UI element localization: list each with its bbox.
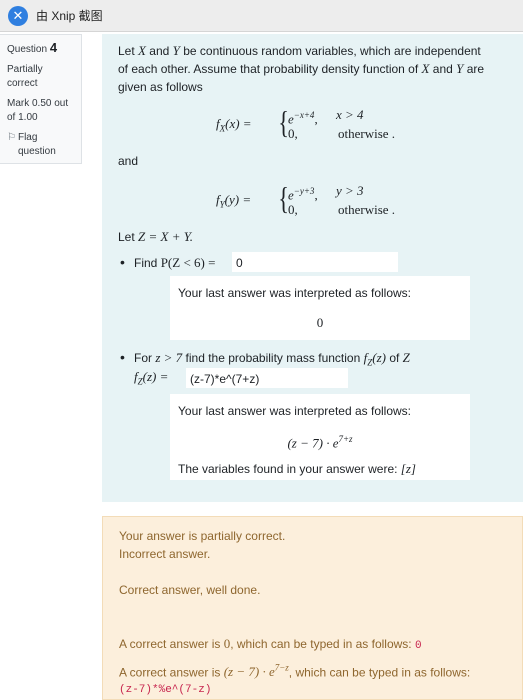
part2-variables-found: The variables found in your answer were:… <box>178 461 416 477</box>
feedback-part1: Incorrect answer. <box>119 547 211 561</box>
feedback-overall: Your answer is partially correct. <box>119 529 286 543</box>
part1-interpreted-value: 0 <box>316 315 324 330</box>
part1-prompt: Find P(Z < 6) = <box>134 255 216 270</box>
fy-equation: fY(y) = { e−y+3, y > 3 0, otherwise . <box>216 180 396 217</box>
let-z-definition: Let Z = X + Y. <box>118 229 194 244</box>
question-content: Let X and Y be continuous random variabl… <box>102 34 523 502</box>
window-title: 由 Xnip 截图 <box>36 9 103 23</box>
question-status: Partially correct <box>7 64 43 89</box>
part2-interpreted-value: (z − 7) · e7+z <box>287 434 353 451</box>
correct-answer-2-code: (z-7)*%e^(7-z) <box>119 684 212 697</box>
question-mark: Mark 0.50 out of 1.00 <box>7 98 69 123</box>
and-text: and <box>118 154 139 168</box>
question-info-panel: Question 4 Partially correct Mark 0.50 o… <box>0 34 82 164</box>
question-number: 4 <box>49 40 58 55</box>
part2-interpretation-box: Your last answer was interpreted as foll… <box>170 394 470 480</box>
bullet-icon: • <box>120 254 125 270</box>
feedback-part2: Correct answer, well done. <box>119 583 261 597</box>
flag-icon: ⚐ <box>7 132 16 143</box>
question-intro: Let X and Y be continuous random variabl… <box>118 43 485 94</box>
part2-answer-label: fZ(z) = <box>134 369 169 387</box>
flag-question-button[interactable]: ⚐ Flag question <box>7 131 81 159</box>
fx-equation: fX(x) = { e−x+4, x > 4 0, otherwise . <box>216 104 396 141</box>
part1-answer-input[interactable]: 0 <box>232 252 398 272</box>
window-titlebar: ✕ 由 Xnip 截图 <box>0 0 523 32</box>
bullet-icon: • <box>120 349 125 365</box>
feedback-panel: Your answer is partially correct. Incorr… <box>102 516 523 700</box>
part1-interpretation-box: Your last answer was interpreted as foll… <box>170 276 470 340</box>
xnip-logo-icon: ✕ <box>8 5 28 26</box>
correct-answer-2: A correct answer is (z − 7) · e7−z, whic… <box>119 663 471 680</box>
part2-answer-input[interactable]: (z-7)*e^(7+z) <box>186 368 348 388</box>
correct-answer-1: A correct answer is 0, which can be type… <box>119 636 422 652</box>
question-number-label: Question 4 <box>7 40 58 56</box>
